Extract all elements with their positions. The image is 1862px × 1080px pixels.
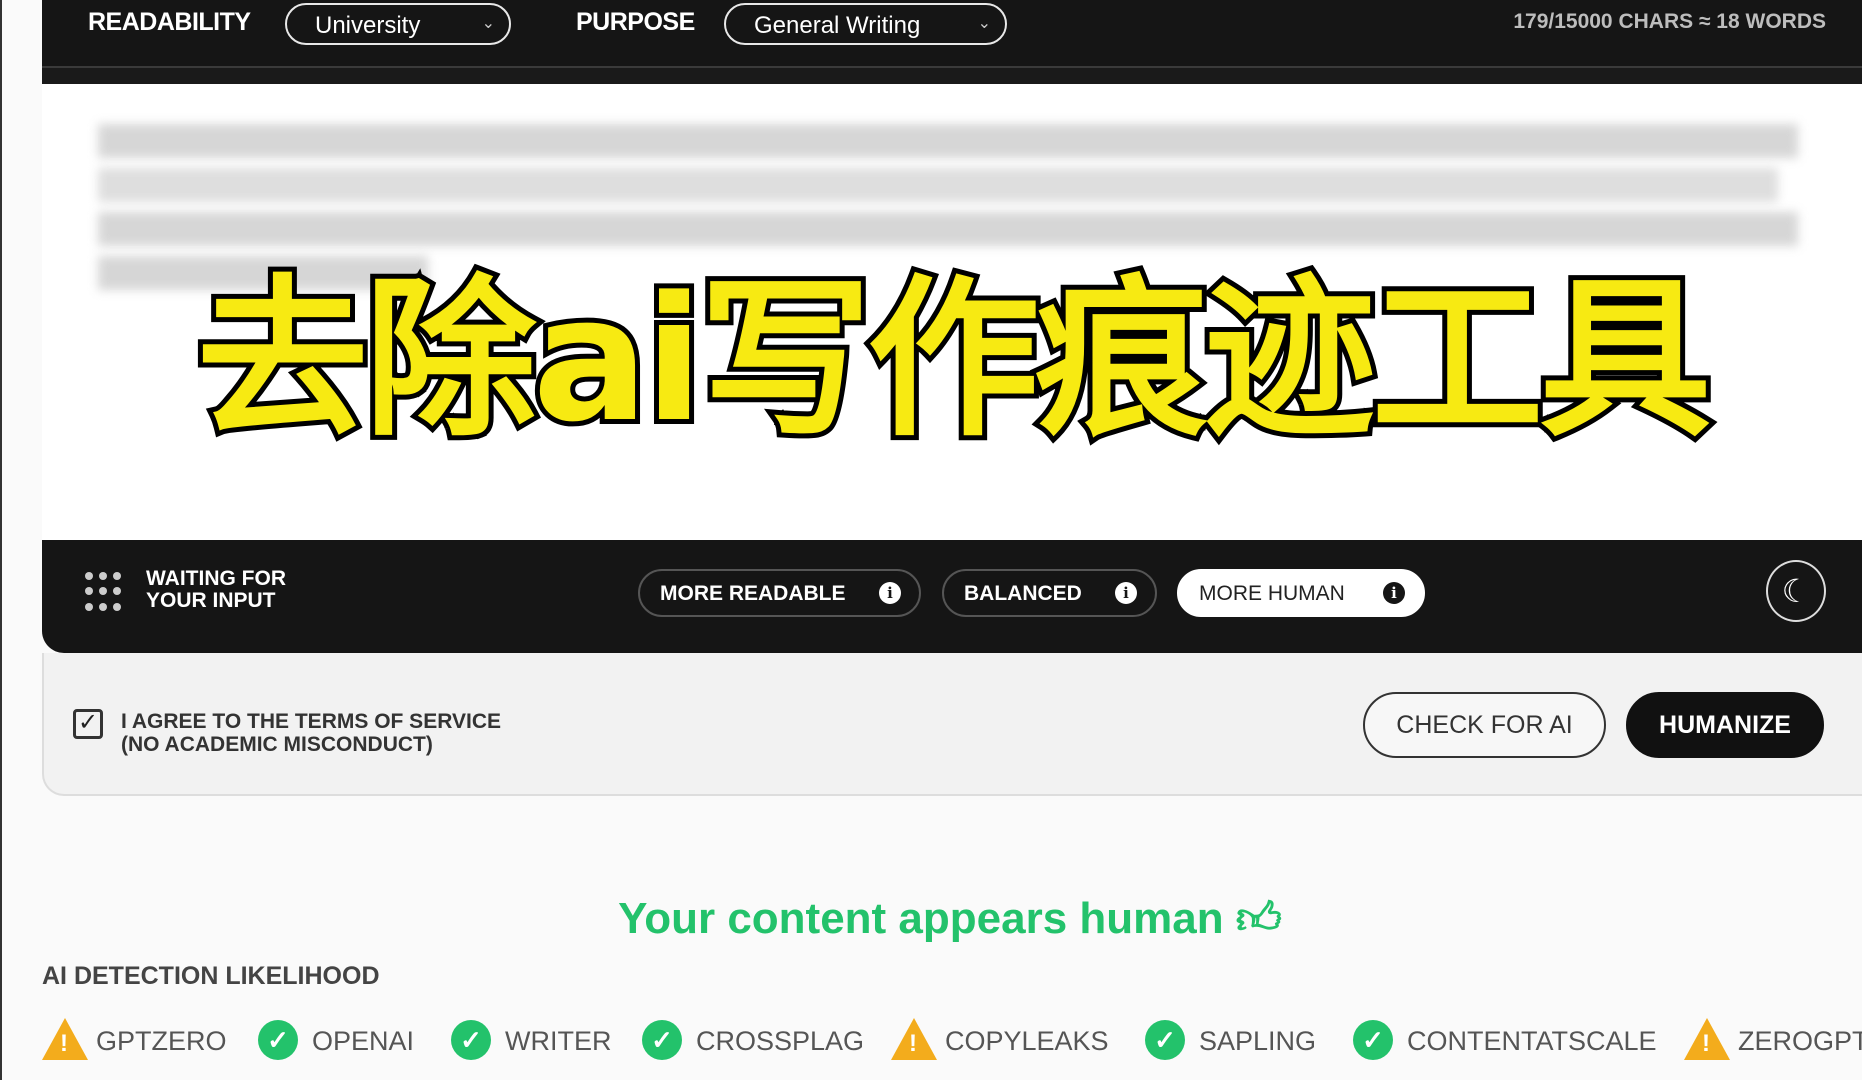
warning-icon: ! [42,1018,88,1060]
readability-value: University [315,12,421,39]
divider [42,66,1862,84]
verdict: Your content appears human 👍︎ [600,892,1300,945]
purpose-label: PURPOSE [576,8,695,36]
detector-name: COPYLEAKS [945,1026,1109,1056]
mode-balanced[interactable]: BALANCED i [942,569,1157,617]
mode-more-human[interactable]: MORE HUMAN i [1177,569,1425,617]
terms-checkbox[interactable]: ✓ [73,709,103,739]
readability-label: READABILITY [88,8,251,36]
status-line: YOUR INPUT [146,589,276,612]
terms-line: I AGREE TO THE TERMS OF SERVICE [121,710,501,733]
detector-name: SAPLING [1199,1026,1317,1056]
check-circle-icon: ✓ [642,1020,682,1060]
detector-name: CONTENTATSCALE [1407,1026,1657,1056]
humanize-button[interactable]: HUMANIZE [1626,692,1824,758]
purpose-select[interactable]: General Writing ⌄ [724,3,1007,45]
readability-select[interactable]: University ⌄ [285,3,511,45]
overlay-title: 去除ai写作痕迹工具 [191,259,1716,460]
detector-name: GPTZERO [96,1026,227,1056]
thumbs-up-icon: 👍︎ [1235,894,1282,943]
mode-more-readable[interactable]: MORE READABLE i [638,569,921,617]
detector-name: ZEROGPT [1738,1026,1862,1056]
warning-icon: ! [891,1018,937,1060]
text-input-area[interactable]: 去除ai写作痕迹工具 [42,84,1862,540]
check-for-ai-button[interactable]: CHECK FOR AI [1363,692,1606,758]
status-line: WAITING FOR [146,567,286,590]
check-circle-icon: ✓ [1145,1020,1185,1060]
status-text: WAITING FOR YOUR INPUT [146,568,286,612]
check-circle-icon: ✓ [1353,1020,1393,1060]
detector-name: OPENAI [312,1026,415,1056]
terms-line: (NO ACADEMIC MISCONDUCT) [121,733,433,756]
check-circle-icon: ✓ [258,1020,298,1060]
verdict-text: Your content appears human [618,894,1224,943]
chevron-down-icon: ⌄ [977,15,991,32]
detector-name: CROSSPLAG [696,1026,865,1056]
check-circle-icon: ✓ [451,1020,491,1060]
loading-dots-icon [85,572,125,612]
mode-label: MORE READABLE [660,582,846,605]
info-icon[interactable]: i [1383,582,1405,604]
info-icon[interactable]: i [879,582,901,604]
detection-title: AI DETECTION LIKELIHOOD [42,962,380,990]
info-icon[interactable]: i [1115,582,1137,604]
warning-icon: ! [1684,1018,1730,1060]
chevron-down-icon: ⌄ [481,15,495,32]
mode-bar: WAITING FOR YOUR INPUT MORE READABLE i BAL… [42,540,1862,653]
window-edge [0,0,2,1080]
terms-label: I AGREE TO THE TERMS OF SERVICE (NO ACADE… [121,710,501,756]
action-panel: ✓ I AGREE TO THE TERMS OF SERVICE (NO ACA… [42,653,1862,796]
char-count: 179/15000 CHARS ≈ 18 WORDS [1513,10,1826,33]
mode-label: MORE HUMAN [1199,582,1345,605]
settings-bar: READABILITY University ⌄ PURPOSE General … [42,0,1862,66]
dark-mode-toggle-moon-icon[interactable]: ☾ [1766,560,1826,622]
detector-name: WRITER [505,1026,612,1056]
purpose-value: General Writing [754,12,921,39]
mode-label: BALANCED [964,582,1082,605]
